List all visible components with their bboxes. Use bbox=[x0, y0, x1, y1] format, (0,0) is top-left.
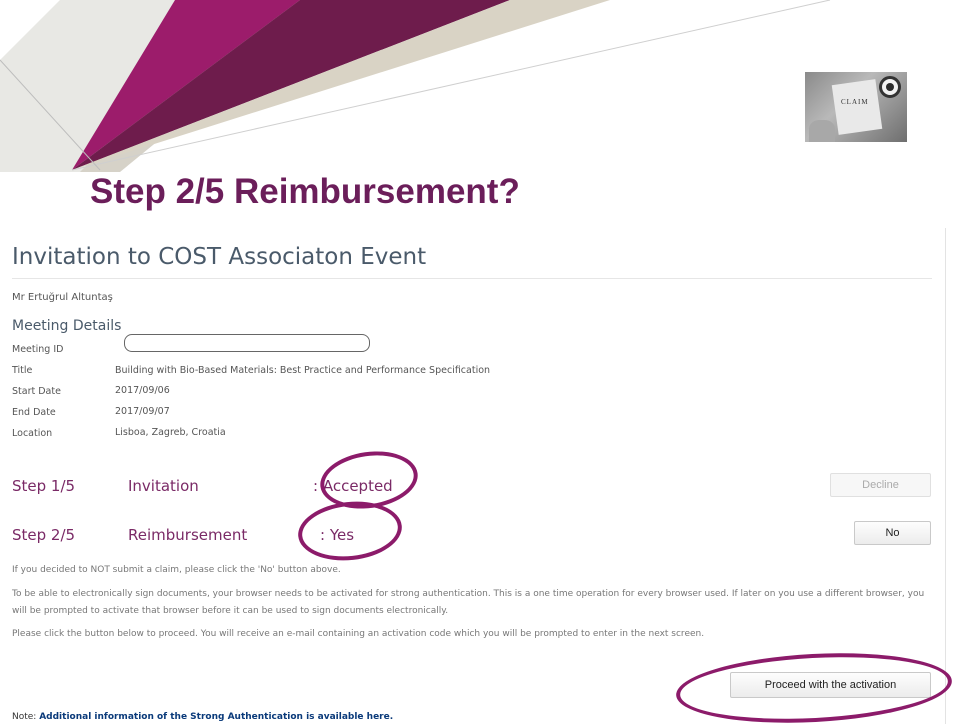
proceed-info-text: Please click the button below to proceed… bbox=[12, 629, 705, 639]
claim-photo: CLAIM bbox=[805, 72, 907, 142]
step-2-name: Reimbursement bbox=[128, 526, 248, 544]
no-claim-text: If you decided to NOT submit a claim, pl… bbox=[12, 565, 341, 575]
title-value: Building with Bio-Based Materials: Best … bbox=[115, 365, 491, 376]
claim-photo-text: CLAIM bbox=[841, 98, 869, 106]
location-label: Location bbox=[12, 428, 53, 439]
step-2-number: Step 2/5 bbox=[12, 526, 76, 544]
note-prefix: Note: bbox=[12, 712, 40, 722]
slide: CLAIM Step 2/5 Reimbursement? Invitation… bbox=[0, 0, 955, 724]
no-button[interactable]: No bbox=[854, 521, 931, 545]
step-1-name: Invitation bbox=[128, 477, 199, 495]
title-label: Title bbox=[12, 365, 33, 376]
end-date-value: 2017/09/07 bbox=[115, 406, 170, 417]
heading-divider bbox=[12, 278, 932, 279]
strong-auth-info-link[interactable]: Additional information of the Strong Aut… bbox=[39, 712, 393, 722]
sign-info-text: To be able to electronically sign docume… bbox=[12, 589, 925, 616]
invitation-panel: Invitation to COST Associaton Event Mr E… bbox=[0, 228, 946, 724]
paper-shape bbox=[831, 79, 883, 135]
participant-name: Mr Ertuğrul Altuntaş bbox=[12, 292, 113, 303]
start-date-value: 2017/09/06 bbox=[115, 385, 170, 396]
meeting-id-label: Meeting ID bbox=[12, 344, 64, 355]
coffee-cup-icon bbox=[879, 76, 901, 98]
page-heading: Invitation to COST Associaton Event bbox=[12, 244, 427, 270]
end-date-label: End Date bbox=[12, 407, 56, 418]
meeting-id-field bbox=[124, 334, 370, 352]
start-date-label: Start Date bbox=[12, 386, 61, 397]
note-line: Note: Additional information of the Stro… bbox=[12, 712, 393, 722]
step-1-number: Step 1/5 bbox=[12, 477, 76, 495]
meeting-details-title: Meeting Details bbox=[12, 318, 122, 334]
slide-title: Step 2/5 Reimbursement? bbox=[90, 172, 520, 211]
decline-button[interactable]: Decline bbox=[830, 473, 931, 497]
hand-shape bbox=[809, 120, 835, 142]
location-value: Lisboa, Zagreb, Croatia bbox=[115, 427, 226, 438]
